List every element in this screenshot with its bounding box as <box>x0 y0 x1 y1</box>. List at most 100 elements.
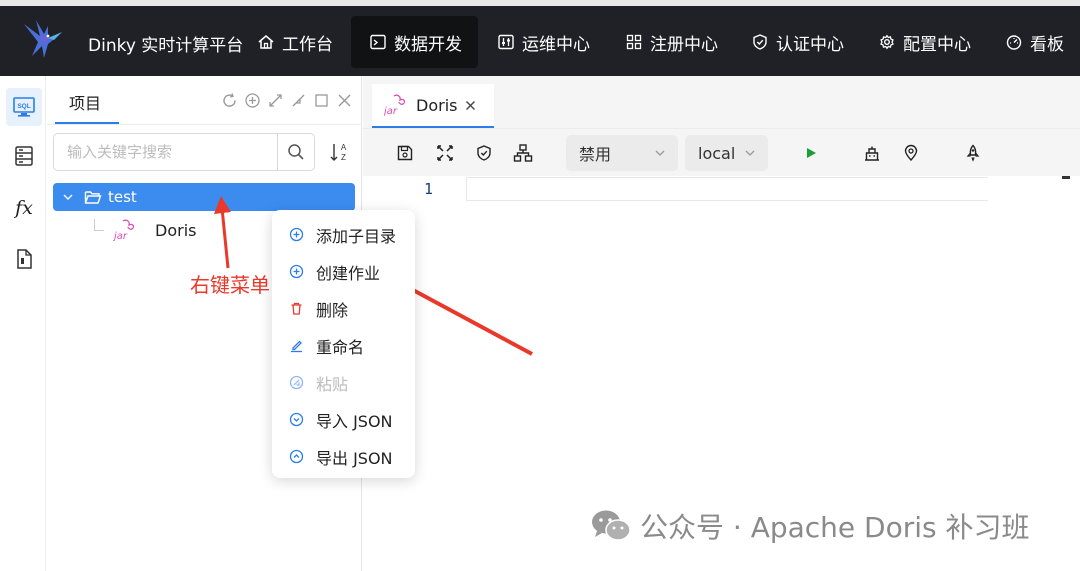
rail-catalog-button[interactable] <box>6 137 42 175</box>
mode-select[interactable]: 禁用 <box>566 135 678 171</box>
nav-authentication-center-label: 认证中心 <box>776 34 844 55</box>
nav-authentication-center[interactable]: 认证中心 <box>741 16 854 68</box>
app-brand-title: Dinky 实时计算平台 <box>88 36 244 56</box>
sql-icon: SQL <box>13 97 35 117</box>
list-icon <box>15 146 33 166</box>
rail-resources-button[interactable] <box>6 240 42 278</box>
shield-icon <box>753 34 767 50</box>
jar-icon: jar <box>384 94 406 117</box>
tree-folder-test[interactable]: test <box>53 183 355 211</box>
menu-item-label: 粘贴 <box>316 374 349 394</box>
menu-item-label: 创建作业 <box>316 263 381 283</box>
add-circle-icon[interactable] <box>244 92 261 109</box>
nav-operations-center[interactable]: 运维中心 <box>487 16 600 68</box>
jar-icon-text: jar <box>384 106 398 117</box>
tab-doris-label: Doris <box>416 95 458 115</box>
menu-item-add-subdirectory[interactable]: 添加子目录 <box>272 216 415 253</box>
sort-button[interactable]: A Z <box>329 140 349 164</box>
menu-item-import-json[interactable]: 导入 JSON <box>272 401 415 438</box>
fx-icon: fx <box>15 197 33 219</box>
nav-dashboard[interactable]: 看板 <box>995 16 1074 68</box>
editor-toolbar: 禁用 local <box>363 128 1080 176</box>
import-icon <box>289 412 304 427</box>
lineage-button[interactable] <box>513 143 533 163</box>
nav-configuration-center-label: 配置中心 <box>903 34 971 55</box>
annotation-label: 右键菜单 <box>190 273 270 297</box>
nav-configuration-center[interactable]: 配置中心 <box>868 16 981 68</box>
watermark-text: 公众号 · Apache Doris 补习班 <box>640 511 1030 544</box>
home-icon <box>258 35 274 49</box>
editor-scrollbar[interactable] <box>1062 176 1070 179</box>
tab-doris[interactable]: jar Doris <box>372 84 494 128</box>
close-icon[interactable] <box>336 92 353 109</box>
rocket-icon <box>966 144 980 162</box>
nav-data-development[interactable]: 数据开发 <box>351 16 478 68</box>
code-editor-line[interactable] <box>466 177 988 201</box>
fullscreen-button[interactable] <box>435 143 455 163</box>
nav-registration-center[interactable]: 注册中心 <box>615 16 728 68</box>
left-icon-rail: SQL fx <box>0 76 46 571</box>
publish-button[interactable] <box>963 143 983 163</box>
nav-workbench[interactable]: 工作台 <box>247 16 343 68</box>
collapse-all-icon[interactable] <box>290 92 307 109</box>
menu-item-rename[interactable]: 重命名 <box>272 327 415 364</box>
nav-dashboard-label: 看板 <box>1030 34 1064 55</box>
nav-workbench-label: 工作台 <box>282 34 333 55</box>
editor-tab-bar: jar Doris <box>363 76 1080 128</box>
chevron-down-icon <box>63 194 73 200</box>
jar-icon: jar <box>113 219 135 242</box>
plus-circle-icon <box>289 227 304 242</box>
check-button[interactable] <box>474 143 494 163</box>
tree-folder-label: test <box>108 188 137 206</box>
grid-icon <box>626 34 642 50</box>
menu-item-export-json[interactable]: 导出 JSON <box>272 438 415 475</box>
search-button[interactable] <box>277 134 314 170</box>
location-button[interactable] <box>901 143 921 163</box>
export-icon <box>289 449 304 464</box>
sort-az-icon: A Z <box>330 143 347 162</box>
expand-all-icon[interactable] <box>267 92 284 109</box>
top-navigation-bar: Dinky 实时计算平台 工作台 数据开发 运维中心 注册中心 认证中心 配置中… <box>0 0 1080 76</box>
save-button[interactable] <box>395 143 415 163</box>
paste-icon <box>289 375 304 390</box>
search-icon <box>288 144 304 160</box>
maximize-icon[interactable] <box>313 92 330 109</box>
document-icon <box>17 249 32 269</box>
nav-operations-center-label: 运维中心 <box>522 34 590 55</box>
tree-job-label: Doris <box>155 220 197 240</box>
location-pin-icon <box>904 144 918 162</box>
menu-item-delete[interactable]: 删除 <box>272 290 415 327</box>
search-input[interactable] <box>55 135 275 169</box>
tab-project[interactable]: 项目 <box>69 90 101 114</box>
building-icon <box>865 146 879 161</box>
menu-item-label: 重命名 <box>316 337 365 357</box>
gear-icon <box>880 34 894 50</box>
svg-text:A: A <box>341 143 347 152</box>
terminal-icon <box>370 34 386 50</box>
context-menu: 添加子目录 创建作业 删除 重命名 粘贴 导入 JSON 导出 JSON <box>272 210 415 478</box>
save-icon <box>397 145 413 161</box>
close-icon[interactable] <box>465 100 476 111</box>
rail-functions-button[interactable]: fx <box>6 189 42 227</box>
hummingbird-logo-icon <box>24 20 62 58</box>
environment-select[interactable]: local <box>685 135 768 171</box>
tree-job-doris[interactable]: jar Doris <box>113 216 196 244</box>
panel-toolbar <box>221 92 353 109</box>
mode-select-value: 禁用 <box>579 145 612 164</box>
environment-select-value: local <box>698 143 736 163</box>
rail-sql-button[interactable]: SQL <box>6 88 42 126</box>
search-box <box>53 133 315 171</box>
debug-button[interactable] <box>862 143 882 163</box>
dashboard-icon <box>1006 35 1022 50</box>
window-top-strip <box>0 0 1080 6</box>
refresh-icon[interactable] <box>221 92 238 109</box>
tree-structure-icon <box>513 144 533 162</box>
menu-item-label: 导出 JSON <box>316 448 393 468</box>
sql-icon-text: SQL <box>17 103 30 110</box>
menu-item-paste[interactable]: 粘贴 <box>272 364 415 401</box>
edit-icon <box>291 340 302 353</box>
nav-registration-center-label: 注册中心 <box>650 34 718 55</box>
run-button[interactable] <box>801 143 821 163</box>
menu-item-create-job[interactable]: 创建作业 <box>272 253 415 290</box>
wechat-icon <box>592 510 631 541</box>
